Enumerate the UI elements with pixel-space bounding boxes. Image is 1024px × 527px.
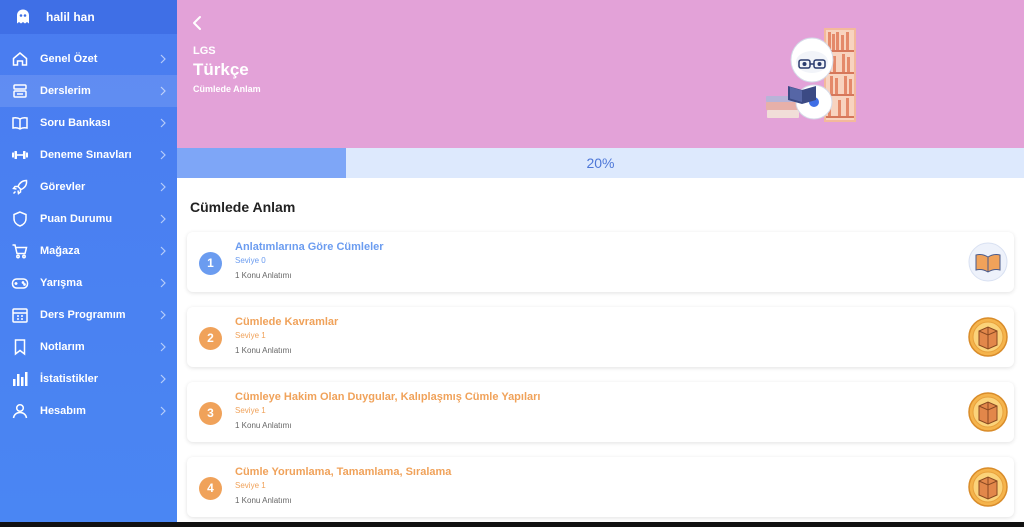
- gamepad-icon: [11, 274, 29, 292]
- topic-card[interactable]: 1 Anlatımlarına Göre Cümleler Seviye 0 1…: [187, 232, 1014, 292]
- topic-lesson-count: 1 Konu Anlatımı: [235, 271, 292, 280]
- chevron-right-icon: [160, 342, 166, 352]
- sidebar-item-label: Puan Durumu: [40, 213, 113, 225]
- sidebar-item-magaza[interactable]: Mağaza: [0, 235, 177, 267]
- cart-icon: [11, 242, 29, 260]
- book-medal-icon: [968, 467, 1008, 507]
- rocket-icon: [11, 178, 29, 196]
- chevron-right-icon: [160, 118, 166, 128]
- topic-number-badge: 4: [199, 477, 222, 500]
- sidebar-item-label: Derslerim: [40, 85, 91, 97]
- bar-chart-icon: [11, 370, 29, 388]
- subject-title: Türkçe: [193, 60, 249, 79]
- sidebar-item-genel-ozet[interactable]: Genel Özet: [0, 43, 177, 75]
- chevron-right-icon: [160, 86, 166, 96]
- robot-reading-illustration: [766, 28, 856, 122]
- user-profile[interactable]: halil han: [0, 0, 177, 34]
- sidebar-item-puan-durumu[interactable]: Puan Durumu: [0, 203, 177, 235]
- calendar-icon: [11, 306, 29, 324]
- sidebar-item-notlarim[interactable]: Notlarım: [0, 331, 177, 363]
- topic-level: Seviye 1: [235, 481, 266, 490]
- chevron-right-icon: [160, 246, 166, 256]
- sidebar-item-label: Ders Programım: [40, 309, 126, 321]
- back-arrow-icon[interactable]: [190, 14, 204, 32]
- sidebar-item-yarisma[interactable]: Yarışma: [0, 267, 177, 299]
- sidebar-nav: Genel Özet Derslerim Soru Bankası Deneme…: [0, 43, 177, 427]
- home-icon: [11, 50, 29, 68]
- topic-lesson-count: 1 Konu Anlatımı: [235, 421, 292, 430]
- topic-card[interactable]: 4 Cümle Yorumlama, Tamamlama, Sıralama S…: [187, 457, 1014, 517]
- progress-bar: 20%: [177, 148, 1024, 178]
- book-medal-icon: [968, 317, 1008, 357]
- topic-card[interactable]: 3 Cümleye Hakim Olan Duygular, Kalıplaşm…: [187, 382, 1014, 442]
- sidebar-item-label: Notlarım: [40, 341, 85, 353]
- sidebar-item-label: Hesabım: [40, 405, 86, 417]
- sidebar-item-label: Deneme Sınavları: [40, 149, 132, 161]
- sidebar-item-label: Mağaza: [40, 245, 80, 257]
- sidebar: halil han Genel Özet Derslerim Soru Bank…: [0, 0, 177, 527]
- topic-level: Seviye 1: [235, 406, 266, 415]
- topic-number-badge: 1: [199, 252, 222, 275]
- open-book-icon: [11, 114, 29, 132]
- book-medal-icon: [968, 392, 1008, 432]
- topic-level: Seviye 1: [235, 331, 266, 340]
- topic-title: Cümle Yorumlama, Tamamlama, Sıralama: [235, 466, 452, 478]
- topic-list-panel: Cümlede Anlam 1 Anlatımlarına Göre Cümle…: [177, 178, 1024, 522]
- sidebar-item-hesabim[interactable]: Hesabım: [0, 395, 177, 427]
- ghost-icon: [14, 8, 32, 26]
- topic-level: Seviye 0: [235, 256, 266, 265]
- exam-label: LGS: [193, 45, 216, 57]
- progress-label: 20%: [586, 155, 615, 171]
- window-bottom-edge: [0, 522, 1024, 527]
- topic-title: Cümleye Hakim Olan Duygular, Kalıplaşmış…: [235, 391, 541, 403]
- sidebar-item-label: Görevler: [40, 181, 86, 193]
- topic-title: Cümlede Kavramlar: [235, 316, 339, 328]
- chevron-right-icon: [160, 374, 166, 384]
- sidebar-item-istatistikler[interactable]: İstatistikler: [0, 363, 177, 395]
- sidebar-item-label: Yarışma: [40, 277, 83, 289]
- sidebar-item-soru-bankasi[interactable]: Soru Bankası: [0, 107, 177, 139]
- sidebar-item-ders-programim[interactable]: Ders Programım: [0, 299, 177, 331]
- topic-number-badge: 3: [199, 402, 222, 425]
- topic-card[interactable]: 2 Cümlede Kavramlar Seviye 1 1 Konu Anla…: [187, 307, 1014, 367]
- bookmark-icon: [11, 338, 29, 356]
- subject-header: LGS Türkçe Cümlede Anlam: [177, 0, 1024, 148]
- open-book-badge-icon: [968, 242, 1008, 282]
- topic-number-badge: 2: [199, 327, 222, 350]
- chevron-right-icon: [160, 150, 166, 160]
- chevron-right-icon: [160, 310, 166, 320]
- sidebar-item-label: Soru Bankası: [40, 117, 111, 129]
- topic-subtitle: Cümlede Anlam: [193, 84, 261, 94]
- shield-icon: [11, 210, 29, 228]
- chevron-right-icon: [160, 278, 166, 288]
- topic-title: Anlatımlarına Göre Cümleler: [235, 241, 384, 253]
- chevron-right-icon: [160, 182, 166, 192]
- chevron-right-icon: [160, 54, 166, 64]
- sidebar-item-gorevler[interactable]: Görevler: [0, 171, 177, 203]
- section-title: Cümlede Anlam: [190, 199, 296, 215]
- user-name: halil han: [46, 10, 95, 24]
- sidebar-item-label: İstatistikler: [40, 373, 99, 385]
- user-icon: [11, 402, 29, 420]
- sidebar-item-derslerim[interactable]: Derslerim: [0, 75, 177, 107]
- chevron-right-icon: [160, 406, 166, 416]
- sidebar-item-deneme-sinavlari[interactable]: Deneme Sınavları: [0, 139, 177, 171]
- topic-lesson-count: 1 Konu Anlatımı: [235, 346, 292, 355]
- books-icon: [11, 82, 29, 100]
- sidebar-item-label: Genel Özet: [40, 53, 98, 65]
- topic-lesson-count: 1 Konu Anlatımı: [235, 496, 292, 505]
- chevron-right-icon: [160, 214, 166, 224]
- dumbbell-icon: [11, 146, 29, 164]
